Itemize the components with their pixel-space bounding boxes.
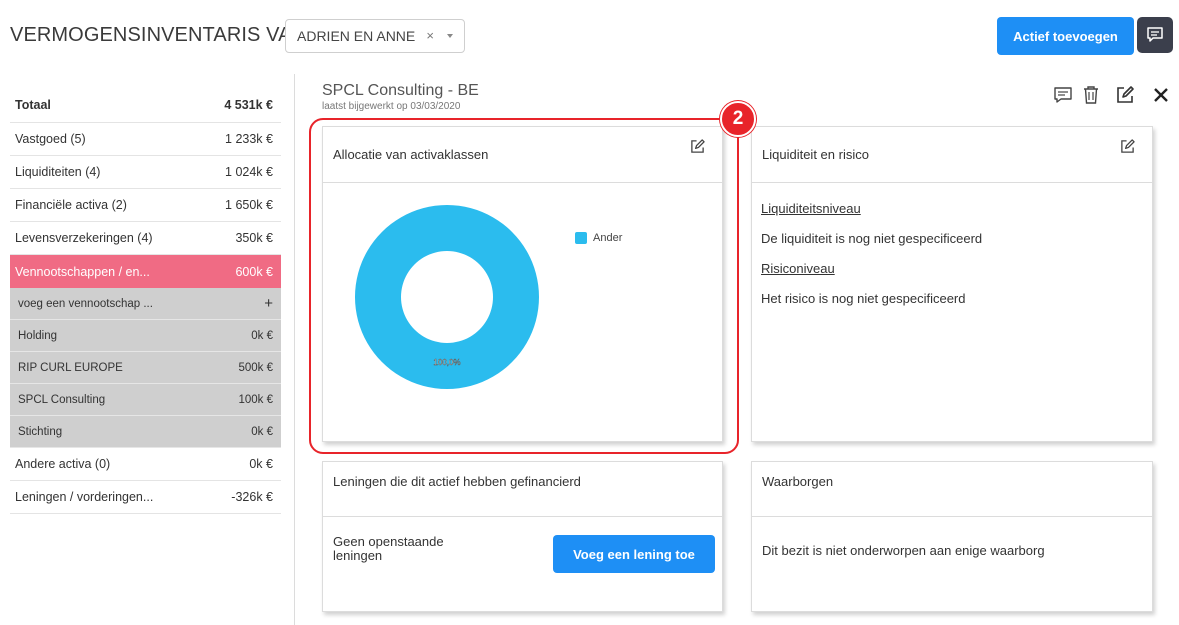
client-select-value: ADRIEN EN ANNE [297,28,416,44]
guarantees-card: Waarborgen Dit bezit is niet onderworpen… [751,461,1153,612]
row-label: Andere activa (0) [15,457,111,471]
summary-row-liquidities[interactable]: Liquiditeiten (4) 1 024k € [10,156,281,189]
asset-summary-list: Totaal 4 531k € Vastgoed (5) 1 233k € Li… [10,88,281,514]
guarantees-text: Dit bezit is niet onderworpen aan enige … [762,543,1045,558]
risk-level-heading: Risiconiveau [761,261,835,276]
row-value: 1 233k € [225,132,273,146]
liquidity-card-body: Liquiditeitsniveau De liquiditeit is nog… [752,183,1152,316]
asset-title: SPCL Consulting - BE [322,82,479,99]
row-label: Stichting [18,425,63,438]
row-label: Financiële activa (2) [15,198,127,212]
row-label: Holding [18,329,57,342]
summary-row-real-estate[interactable]: Vastgoed (5) 1 233k € [10,123,281,156]
summary-total-row: Totaal 4 531k € [10,88,281,123]
panel-divider [294,74,295,625]
edit-icon[interactable] [1120,139,1136,155]
row-label: Vennootschappen / en... [15,264,150,279]
row-label: SPCL Consulting [18,393,106,406]
page-title: VERMOGENSINVENTARIS VAN [10,24,307,46]
row-value: -326k € [231,490,273,504]
comment-icon[interactable] [1052,84,1074,106]
row-label: Liquiditeiten (4) [15,165,101,179]
client-select[interactable]: ADRIEN EN ANNE × [285,19,465,53]
risk-level-text: Het risico is nog niet gespecificeerd [761,291,966,306]
summary-row-other-assets[interactable]: Andere activa (0) 0k € [10,448,281,481]
comment-icon[interactable] [1137,17,1173,53]
liquidity-level-heading: Liquiditeitsniveau [761,201,861,216]
liquidity-card: Liquiditeit en risico Liquiditeitsniveau… [751,126,1153,442]
add-asset-button[interactable]: Actief toevoegen [997,17,1134,55]
annotation-badge: 2 [720,101,756,137]
company-row-holding[interactable]: Holding 0k € [10,320,281,352]
company-row-spcl[interactable]: SPCL Consulting 100k € [10,384,281,416]
row-value: 0k € [251,329,273,342]
liquidity-level-text: De liquiditeit is nog niet gespecificeer… [761,231,983,246]
row-value: 100k € [238,393,273,406]
clear-icon[interactable]: × [426,28,434,43]
liquidity-card-header: Liquiditeit en risico [752,127,1152,183]
close-icon[interactable] [1150,84,1172,106]
guarantees-card-header: Waarborgen [752,462,1152,517]
row-value: 500k € [238,361,273,374]
chevron-down-icon[interactable] [447,34,453,38]
summary-total-value: 4 531k € [224,98,273,112]
row-label: RIP CURL EUROPE [18,361,123,374]
row-label: Leningen / vorderingen... [15,490,154,504]
summary-row-loans[interactable]: Leningen / vorderingen... -326k € [10,481,281,514]
trash-icon[interactable] [1080,84,1102,106]
annotation-highlight [309,118,739,454]
no-loans-text: Geen openstaande leningen [333,534,444,563]
guarantees-card-title: Waarborgen [762,474,834,489]
edit-icon[interactable] [1114,84,1136,106]
row-value: 600k € [235,264,273,279]
summary-row-financial-assets[interactable]: Financiële activa (2) 1 650k € [10,189,281,222]
company-row-rip-curl[interactable]: RIP CURL EUROPE 500k € [10,352,281,384]
liquidity-card-title: Liquiditeit en risico [762,147,869,162]
company-row-stichting[interactable]: Stichting 0k € [10,416,281,448]
loans-card: Leningen die dit actief hebben gefinanci… [322,461,723,612]
add-loan-button[interactable]: Voeg een lening toe [553,535,715,573]
summary-row-life-insurance[interactable]: Levensverzekeringen (4) 350k € [10,222,281,255]
row-value: 0k € [249,457,273,471]
summary-row-companies[interactable]: Vennootschappen / en... 600k € [10,255,281,288]
add-company-label: voeg een vennootschap ... [18,297,153,310]
loans-card-title: Leningen die dit actief hebben gefinanci… [333,474,581,489]
loans-card-header: Leningen die dit actief hebben gefinanci… [323,462,722,517]
row-value: 1 650k € [225,198,273,212]
last-updated: laatst bijgewerkt op 03/03/2020 [322,101,461,112]
row-value: 1 024k € [225,165,273,179]
row-value: 350k € [235,231,273,245]
row-label: Levensverzekeringen (4) [15,231,153,245]
row-value: 0k € [251,425,273,438]
add-company-row[interactable]: voeg een vennootschap ... + [10,288,281,320]
summary-total-label: Totaal [15,98,51,112]
plus-icon[interactable]: + [264,295,273,312]
row-label: Vastgoed (5) [15,132,86,146]
